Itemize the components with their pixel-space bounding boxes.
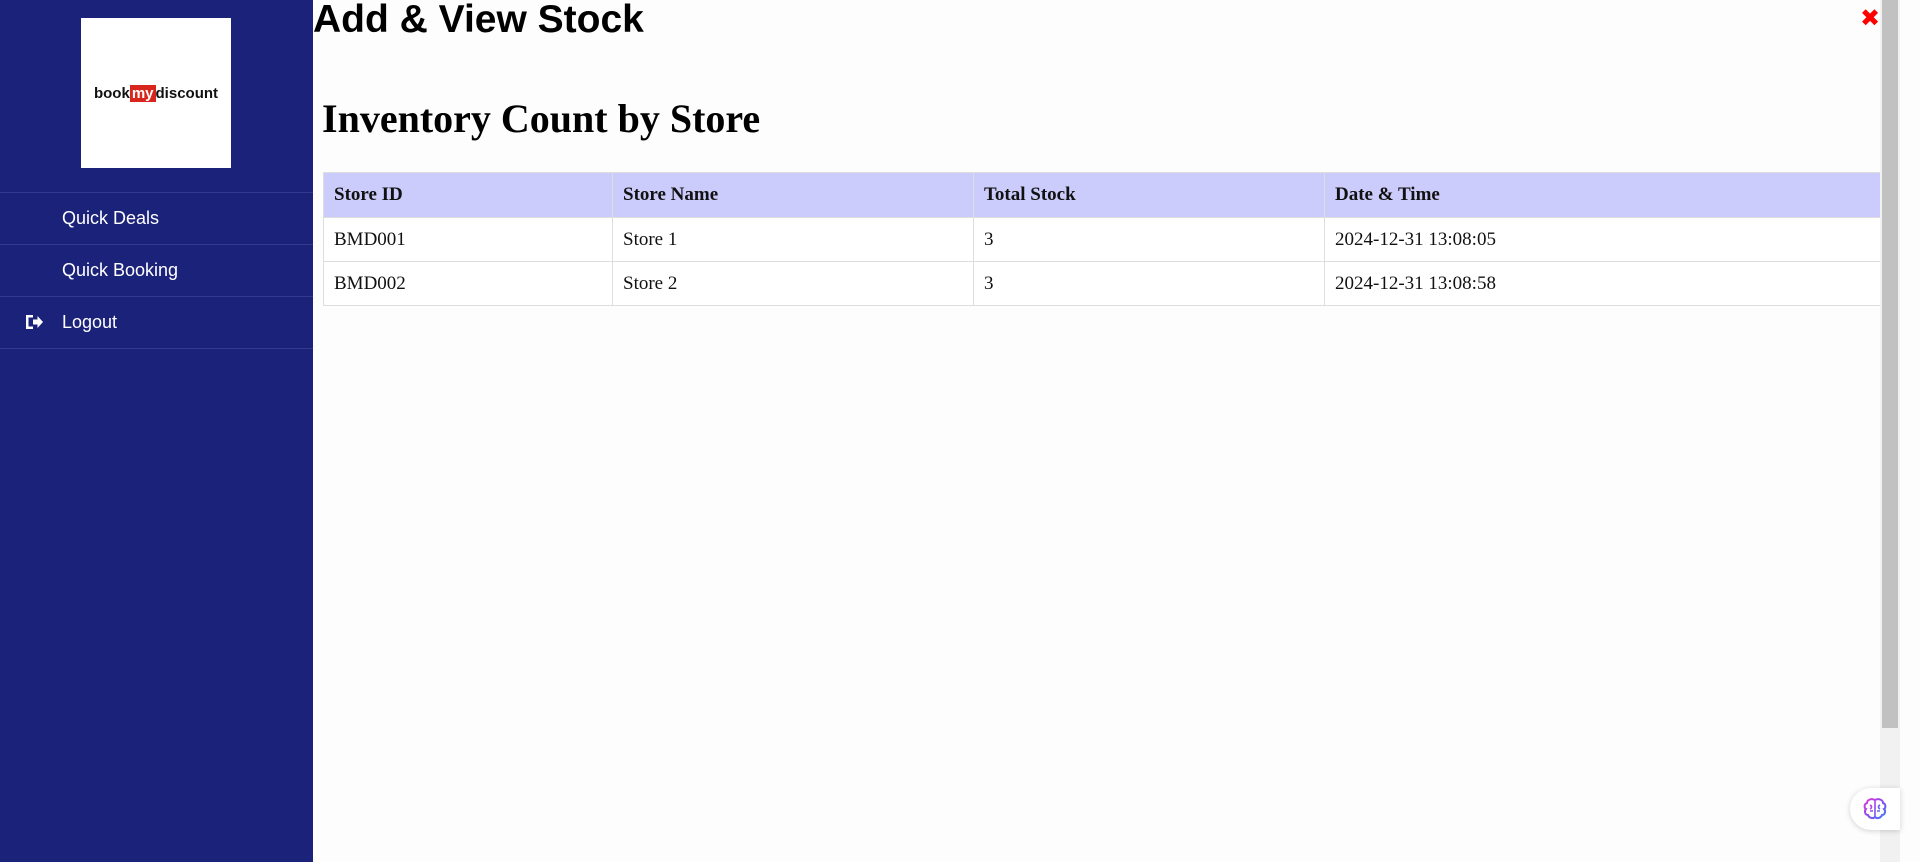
table-header-row: Store ID Store Name Total Stock Date & T… bbox=[323, 172, 1890, 218]
sidebar-item-logout[interactable]: Logout bbox=[0, 297, 313, 349]
column-header: Store ID bbox=[323, 172, 613, 218]
sign-out-icon bbox=[26, 315, 43, 329]
table-row: BMD001 Store 1 3 2024-12-31 13:08:05 bbox=[323, 217, 1890, 262]
main-content: Add & View Stock ✖ Inventory Count by St… bbox=[313, 0, 1900, 862]
ai-assistant-button[interactable] bbox=[1850, 788, 1900, 830]
table-cell: Store 1 bbox=[612, 217, 974, 262]
sidebar-item-label: Logout bbox=[62, 312, 118, 332]
brand-logo[interactable]: book my discount bbox=[81, 18, 231, 168]
table-cell: 3 bbox=[973, 217, 1325, 262]
column-header: Store Name bbox=[612, 172, 974, 218]
vertical-scrollbar[interactable] bbox=[1880, 0, 1900, 862]
sidebar: book my discount Quick Deals Quick Booking… bbox=[0, 0, 313, 862]
brain-icon bbox=[1863, 798, 1887, 820]
table-cell: BMD001 bbox=[323, 217, 613, 262]
table-cell: BMD002 bbox=[323, 261, 613, 306]
column-header: Total Stock bbox=[973, 172, 1325, 218]
section-title: Inventory Count by Store bbox=[322, 96, 761, 141]
logo-text: book my discount bbox=[93, 84, 219, 102]
table-row: BMD002 Store 2 3 2024-12-31 13:08:58 bbox=[323, 261, 1890, 306]
sidebar-item-quick-booking[interactable]: Quick Booking bbox=[0, 245, 313, 297]
inventory-table: Store ID Store Name Total Stock Date & T… bbox=[323, 172, 1890, 306]
column-header: Date & Time bbox=[1324, 172, 1890, 218]
sidebar-item-label: Quick Deals bbox=[62, 208, 160, 228]
sidebar-item-label: Quick Booking bbox=[62, 260, 179, 280]
page-title: Add & View Stock bbox=[313, 0, 644, 41]
sidebar-item-quick-deals[interactable]: Quick Deals bbox=[0, 193, 313, 245]
table-cell: 2024-12-31 13:08:05 bbox=[1324, 217, 1890, 262]
scrollbar-thumb[interactable] bbox=[1882, 0, 1898, 728]
close-button[interactable]: ✖ bbox=[1859, 6, 1881, 30]
table-cell: 3 bbox=[973, 261, 1325, 306]
table-cell: Store 2 bbox=[612, 261, 974, 306]
table-cell: 2024-12-31 13:08:58 bbox=[1324, 261, 1890, 306]
sidebar-nav: Quick Deals Quick Booking Logout bbox=[0, 192, 313, 349]
